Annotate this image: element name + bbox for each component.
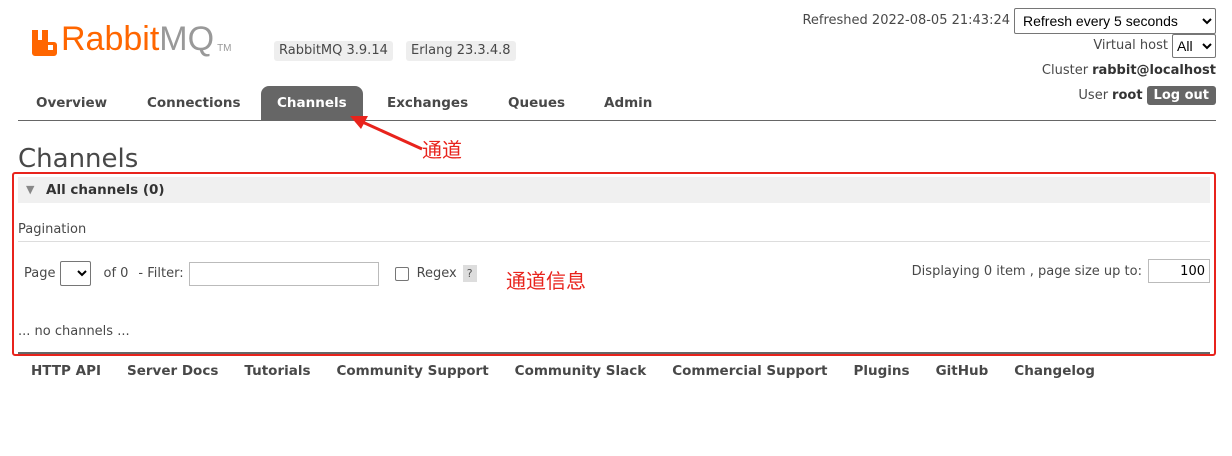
rabbitmq-version-badge: RabbitMQ 3.9.14 (274, 41, 393, 61)
regex-checkbox[interactable] (394, 266, 409, 281)
page-label: Page (24, 266, 56, 281)
page-select[interactable] (60, 261, 92, 286)
divider (18, 352, 1210, 354)
all-channels-section-toggle[interactable]: ▼ All channels (0) (18, 177, 1210, 203)
footer-links: HTTP API Server Docs Tutorials Community… (18, 362, 1108, 380)
regex-label: Regex (416, 266, 457, 281)
refresh-interval-select[interactable]: Refresh every 5 seconds (1014, 7, 1216, 34)
tab-admin[interactable]: Admin (588, 86, 668, 120)
displaying-text: Displaying 0 item , page size up to: (911, 263, 1142, 279)
erlang-version-badge: Erlang 23.3.4.8 (406, 41, 516, 61)
tab-queues[interactable]: Queues (492, 86, 581, 120)
annotation-arrow-icon (350, 116, 423, 151)
page-size-input[interactable] (1148, 259, 1210, 283)
section-title: All channels (0) (46, 182, 165, 198)
filter-input[interactable] (188, 261, 379, 286)
footer-link-community-support[interactable]: Community Support (324, 362, 502, 380)
page-size-control: Displaying 0 item , page size up to: (912, 259, 1210, 283)
collapse-triangle-icon: ▼ (26, 183, 35, 196)
footer-link-github[interactable]: GitHub (923, 362, 1002, 380)
footer-link-commercial-support[interactable]: Commercial Support (659, 362, 840, 380)
page-count: of 0 (103, 266, 129, 281)
cluster-label: Cluster (1041, 63, 1089, 78)
virtual-host-select[interactable]: All (1172, 33, 1216, 58)
rabbit-logo-icon (30, 26, 60, 56)
annotation-channel-info: 通道信息 (506, 269, 586, 293)
footer-link-http-api[interactable]: HTTP API (18, 362, 114, 380)
footer-link-plugins[interactable]: Plugins (840, 362, 922, 380)
tab-connections[interactable]: Connections (131, 86, 257, 120)
pagination-label: Pagination (18, 222, 87, 237)
pagination-controls: Page of 0 - Filter: Regex ? (24, 261, 477, 286)
footer-link-community-slack[interactable]: Community Slack (502, 362, 660, 380)
filter-label: - Filter: (138, 266, 184, 281)
regex-help-button[interactable]: ? (462, 265, 477, 282)
footer-link-tutorials[interactable]: Tutorials (231, 362, 323, 380)
footer-link-changelog[interactable]: Changelog (1001, 362, 1108, 380)
footer-link-server-docs[interactable]: Server Docs (114, 362, 231, 380)
logo-trademark: TM (217, 43, 232, 54)
logo-wordmark: RabbitMQ (61, 20, 215, 58)
rabbitmq-logo: RabbitMQ TM (30, 22, 232, 56)
divider (18, 241, 1210, 242)
virtual-host-label: Virtual host (1093, 38, 1168, 53)
refreshed-timestamp: Refreshed 2022-08-05 21:43:24 (802, 13, 1010, 28)
empty-message: ... no channels ... (18, 324, 130, 339)
annotation-channels-tab: 通道 (422, 138, 462, 162)
tab-overview[interactable]: Overview (20, 86, 123, 120)
page-title: Channels (18, 144, 139, 174)
cluster-name: rabbit@localhost (1092, 63, 1216, 78)
main-nav-tabs: Overview Connections Channels Exchanges … (18, 86, 1216, 121)
